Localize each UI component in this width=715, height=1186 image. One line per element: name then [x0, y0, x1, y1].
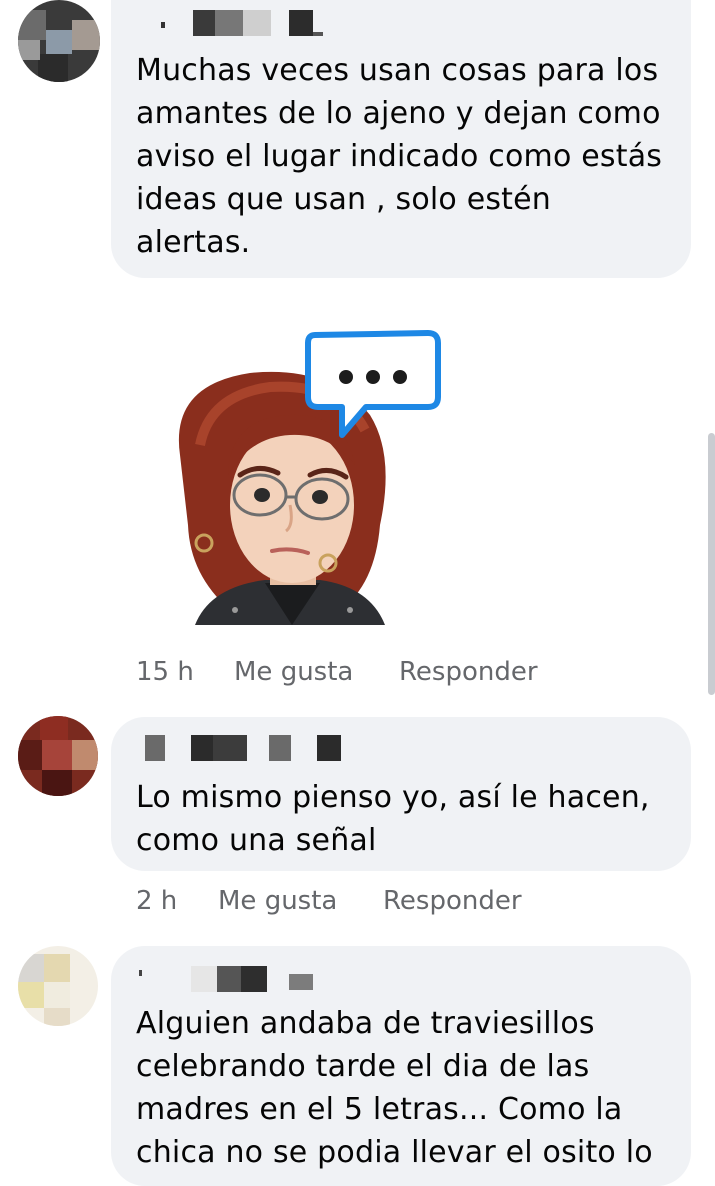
reply-button[interactable]: Responder: [399, 657, 538, 687]
comment-text: Muchas veces usan cosas para los amantes…: [136, 53, 663, 260]
comment-text: Alguien andaba de traviesillos celebrand…: [136, 1006, 653, 1170]
avatar[interactable]: [18, 0, 100, 82]
comment-actions: 15 h Me gusta Responder: [136, 657, 538, 687]
typing-memoji-sticker-icon[interactable]: [170, 325, 445, 635]
like-button[interactable]: Me gusta: [218, 886, 383, 916]
comment-actions: 2 h Me gusta Responder: [136, 886, 522, 916]
scrollbar[interactable]: [708, 433, 715, 695]
comment-text: Lo mismo pienso yo, así le hacen, como u…: [136, 780, 650, 858]
like-button[interactable]: Me gusta: [234, 657, 399, 687]
comment-timestamp: 15 h: [136, 657, 194, 687]
avatar[interactable]: [18, 946, 98, 1026]
comment-bubble: Muchas veces usan cosas para los amantes…: [111, 0, 691, 278]
comment-bubble: Lo mismo pienso yo, así le hacen, como u…: [111, 717, 691, 871]
comment-bubble: Alguien andaba de traviesillos celebrand…: [111, 946, 691, 1186]
reply-button[interactable]: Responder: [383, 886, 522, 916]
comment-timestamp: 2 h: [136, 886, 178, 916]
avatar[interactable]: [18, 716, 98, 796]
